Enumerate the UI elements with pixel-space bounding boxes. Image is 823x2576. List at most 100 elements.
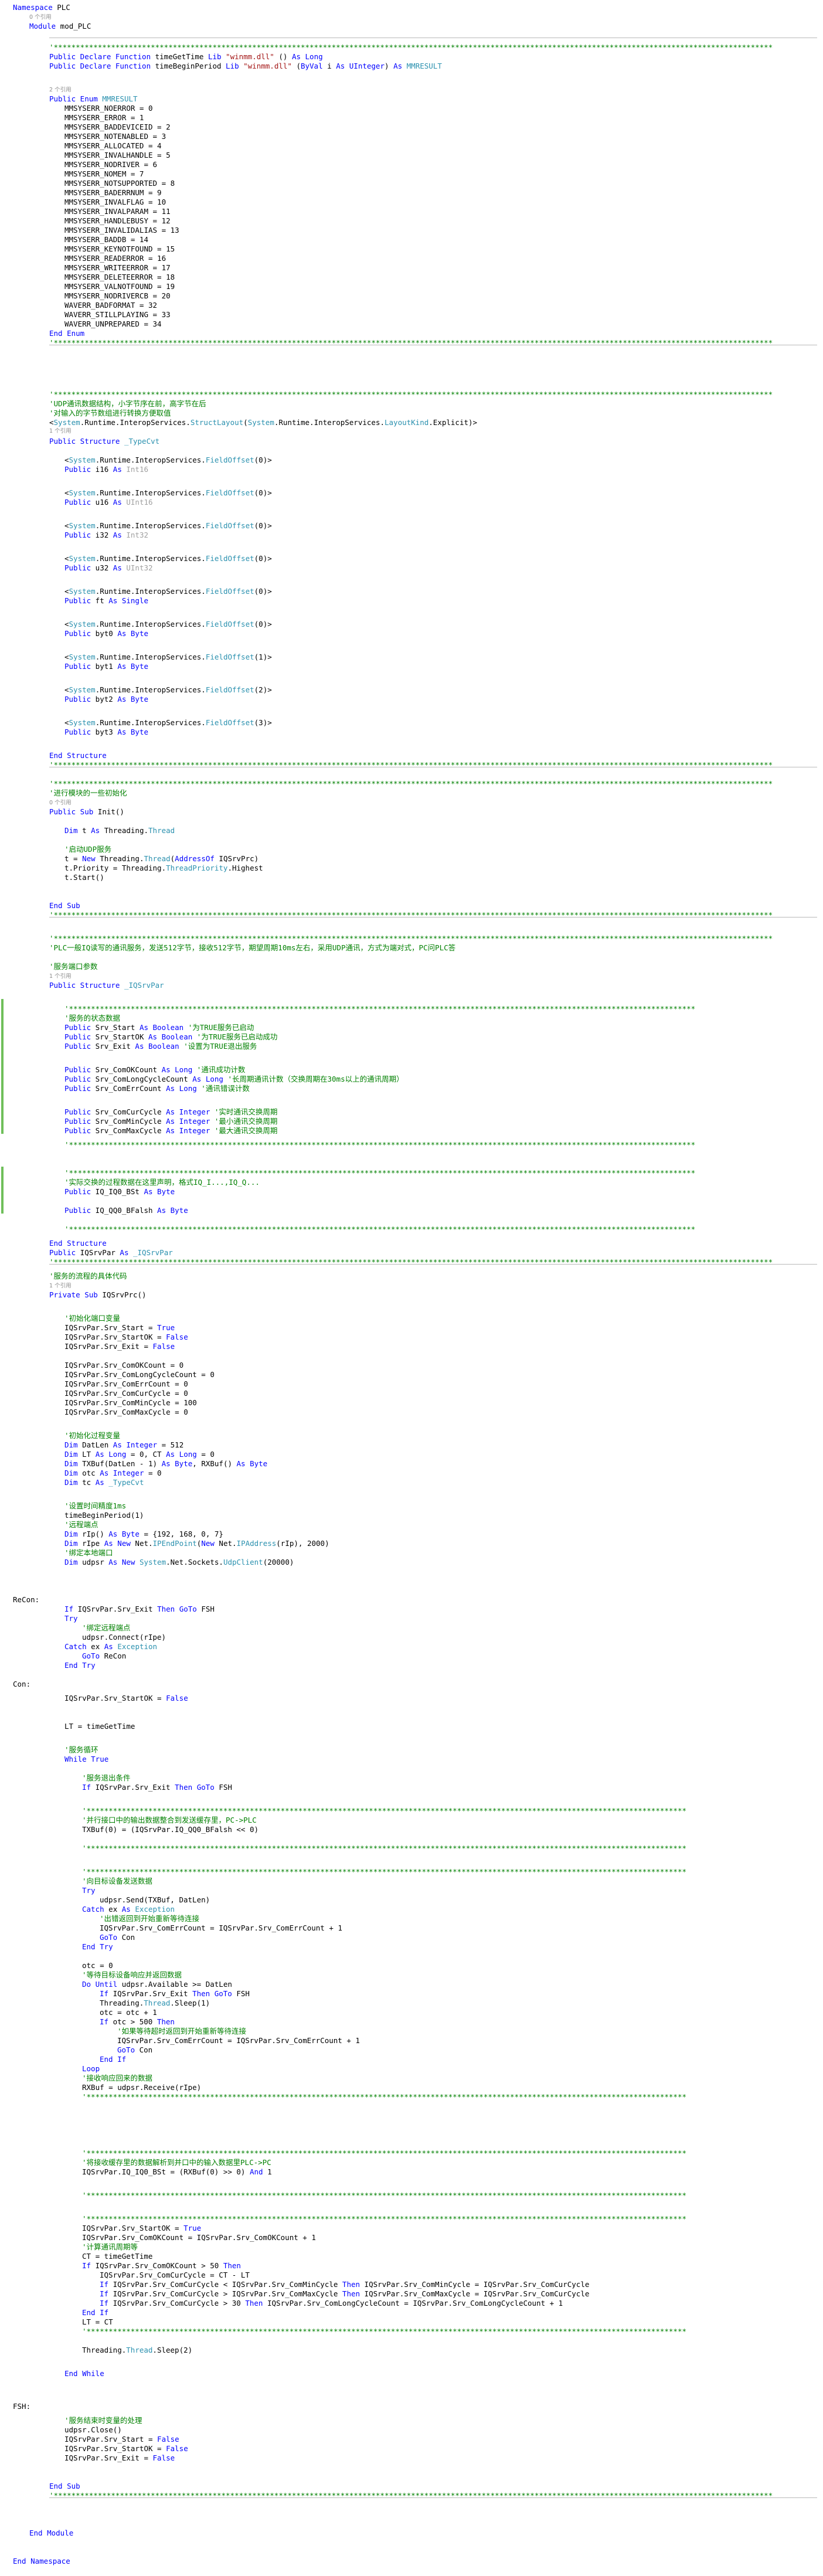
- codelens-references[interactable]: 2 个引用: [49, 87, 72, 94]
- code-line: IQSrvPar.Srv_ComErrCount = IQSrvPar.Srv_…: [117, 2035, 360, 2046]
- code-token: '***************************************…: [64, 1168, 696, 1177]
- code-token: (0)>: [254, 554, 272, 563]
- code-token: '***************************************…: [64, 1004, 696, 1013]
- code-token: End Try: [82, 1942, 113, 1951]
- code-line: '***************************************…: [49, 338, 773, 348]
- code-token: As Long: [192, 1075, 223, 1083]
- code-token: As: [121, 1905, 131, 1914]
- code-token: System: [53, 418, 80, 427]
- code-token: IQSrvPar.Srv_ComErrCount = 0: [64, 1379, 188, 1388]
- code-token: IQSrvPar.Srv_ComLongCycleCount = 0: [64, 1370, 215, 1379]
- code-token: '***************************************…: [82, 2327, 687, 2336]
- code-token: RXBuf = udpsr.Receive(rIpe): [82, 2083, 202, 2092]
- codelens-references[interactable]: 1 个引用: [49, 1283, 72, 1290]
- code-token: Public: [64, 1042, 91, 1051]
- code-token: MMRESULT: [97, 94, 138, 103]
- code-token: FieldOffset: [205, 587, 254, 596]
- codelens-references[interactable]: 1 个引用: [49, 428, 72, 435]
- code-token: FSH: [196, 1605, 215, 1613]
- code-token: LT: [77, 1450, 96, 1459]
- code-token: As: [113, 465, 122, 474]
- code-line: '***************************************…: [49, 2490, 773, 2501]
- code-token: '***************************************…: [49, 43, 773, 52]
- code-token: ft: [91, 596, 109, 605]
- code-token: '服务的状态数据: [64, 1014, 121, 1022]
- code-token: If: [82, 1783, 91, 1792]
- code-token: udpsr: [77, 1558, 109, 1566]
- code-line: Public Srv_ComErrCount As Long '通讯错误计数: [64, 1083, 250, 1094]
- code-token: Srv_Start: [91, 1023, 140, 1032]
- codelens-references[interactable]: 1 个引用: [49, 973, 72, 980]
- code-line: 'PLC一般IQ读写的通讯服务，发送512字节，接收512字节，期望周期10ms…: [49, 943, 455, 953]
- code-line: Public IQ_QQ0_BFalsh As Byte: [64, 1205, 188, 1216]
- code-token: IQSrvPar.Srv_ComLongCycleCount = IQSrvPa…: [263, 2299, 563, 2307]
- code-token: <: [64, 521, 69, 530]
- code-token: Do Until: [82, 1980, 118, 1989]
- code-line: IQSrvPar.Srv_ComErrCount = IQSrvPar.Srv_…: [100, 1923, 342, 1933]
- code-token: Then: [342, 2280, 361, 2289]
- code-token: Dim: [64, 1469, 78, 1477]
- code-line: End Try: [82, 1942, 113, 1952]
- code-token: Dim: [64, 1440, 78, 1449]
- code-token: Srv_ComErrCount: [91, 1084, 166, 1093]
- code-token: Namespace: [13, 3, 53, 12]
- code-editor[interactable]: 0 个引用 2 个引用 1 个引用 0 个引用 1 个引用 1 个引用 ReCon: Con:…: [0, 0, 823, 2576]
- code-token: End Module: [29, 2529, 74, 2537]
- code-token: otc = otc + 1: [100, 2008, 157, 2017]
- code-token: False: [166, 2444, 188, 2453]
- code-token: otc > 500: [108, 2017, 157, 2026]
- code-token: _IQSrvPar: [128, 1248, 173, 1257]
- code-token: As Long: [166, 1450, 197, 1459]
- code-token: False: [166, 1333, 188, 1341]
- code-line: Namespace PLC: [13, 2, 70, 13]
- code-line: t.Start(): [64, 872, 104, 883]
- codelens-references[interactable]: 0 个引用: [49, 800, 72, 807]
- code-token: MMSYSERR_WRITEERROR = 17: [64, 263, 171, 272]
- code-line: '***************************************…: [82, 2326, 686, 2337]
- code-token: mod_PLC: [56, 22, 91, 30]
- code-token: IQSrvPar.Srv_StartOK =: [82, 2224, 184, 2232]
- code-line: If IQSrvPar.Srv_ComCurCycle > 30 Then IQ…: [100, 2298, 563, 2309]
- code-token: byt0: [91, 629, 118, 638]
- code-token: '最大通讯交换周期: [210, 1126, 278, 1135]
- code-line: Try: [82, 1885, 96, 1896]
- code-token: As New: [104, 1539, 131, 1548]
- code-token: DatLen: [77, 1440, 113, 1449]
- code-token: '服务结束时变量的处理: [64, 2416, 142, 2425]
- code-line: Dim tc As _TypeCvt: [64, 1477, 144, 1488]
- code-token: t: [77, 826, 91, 835]
- code-token: False: [157, 2435, 179, 2444]
- code-token: 1: [263, 2167, 272, 2176]
- code-token: Threading.: [100, 826, 149, 835]
- code-token: MMRESULT: [402, 62, 442, 70]
- code-token: True: [183, 2224, 202, 2232]
- code-token: If: [100, 1989, 109, 1998]
- code-token: Public: [64, 531, 91, 539]
- code-line: '***************************************…: [64, 1224, 695, 1235]
- code-line: Public Sub Init(): [49, 807, 124, 817]
- code-token: '绑定本地端口: [64, 1548, 113, 1557]
- code-token: As Long: [95, 1450, 127, 1459]
- code-token: Try: [82, 1886, 96, 1895]
- code-token: IQSrvPrc): [214, 854, 259, 863]
- code-token: .Runtime.InteropServices.: [95, 620, 206, 628]
- code-token: udpsr.Available >= DatLen: [117, 1980, 232, 1989]
- code-token: Lib: [226, 62, 239, 70]
- code-token: <: [49, 418, 54, 427]
- code-token: As Long: [166, 1084, 197, 1093]
- codelens-references[interactable]: 0 个引用: [29, 14, 52, 21]
- code-token: (1)>: [254, 653, 272, 661]
- code-token: Public: [64, 662, 91, 671]
- code-token: End Structure: [49, 751, 107, 760]
- code-token: StructLayout: [190, 418, 244, 427]
- code-token: System: [69, 685, 96, 694]
- code-token: Loop: [82, 2064, 100, 2073]
- code-token: End Structure: [49, 1239, 107, 1248]
- code-token: otc: [77, 1469, 100, 1477]
- code-token: Public: [64, 1187, 91, 1196]
- code-token: <: [64, 587, 69, 596]
- code-token: '***************************************…: [49, 910, 773, 919]
- code-token: rIp(): [77, 1530, 109, 1538]
- code-token: MMSYSERR_DELETEERROR = 18: [64, 273, 175, 281]
- code-token: '等待目标设备响应并返回数据: [82, 1970, 182, 1979]
